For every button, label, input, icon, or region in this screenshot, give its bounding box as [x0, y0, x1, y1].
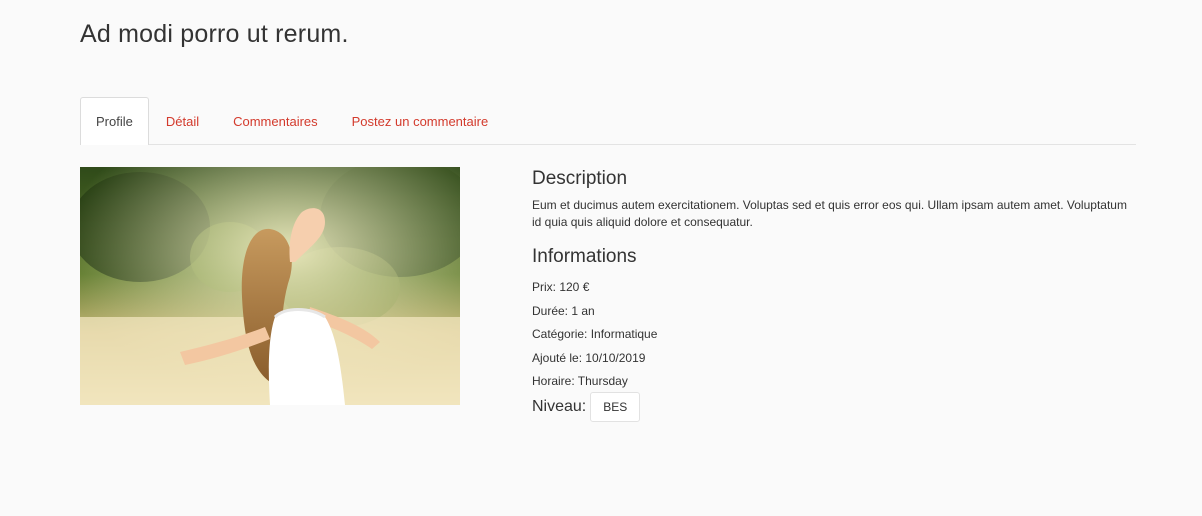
- price-row: Prix: 120 €: [532, 280, 590, 294]
- tab-post-comment[interactable]: Postez un commentaire: [335, 97, 506, 145]
- tab-detail[interactable]: Détail: [149, 97, 216, 145]
- tab-comments[interactable]: Commentaires: [216, 97, 335, 145]
- duration-row: Durée: 1 an: [532, 303, 595, 318]
- category-row: Catégorie: Informatique: [532, 327, 658, 342]
- description-heading: Description: [532, 168, 628, 189]
- informations-heading: Informations: [532, 246, 637, 267]
- page-title: Ad modi porro ut rerum.: [80, 20, 349, 48]
- level-label: Niveau:: [532, 397, 587, 415]
- description-text: Eum et ducimus autem exercitationem. Vol…: [532, 198, 1127, 229]
- page: Ad modi porro ut rerum. Profile Détail C…: [0, 0, 1202, 516]
- details-panel: Description Eum et ducimus autem exercit…: [532, 168, 1137, 422]
- added-date-row: Ajouté le: 10/10/2019: [532, 350, 646, 365]
- course-photo: [80, 167, 460, 405]
- informations-list: Prix: 120 € Durée: 1 an Catégorie: Infor…: [532, 278, 1137, 422]
- level-row: Niveau: BES: [532, 391, 1137, 422]
- level-badge: BES: [590, 391, 641, 422]
- tab-profile[interactable]: Profile: [80, 97, 149, 145]
- tab-bar: Profile Détail Commentaires Postez un co…: [80, 97, 1136, 145]
